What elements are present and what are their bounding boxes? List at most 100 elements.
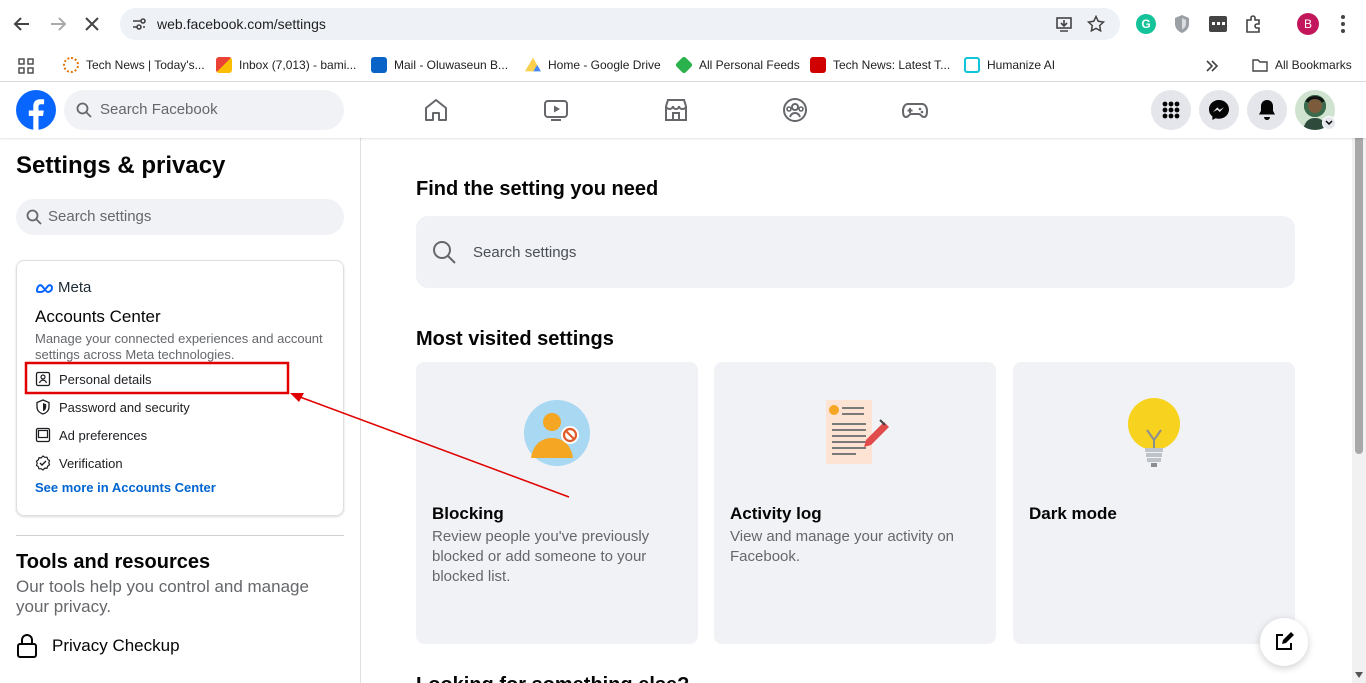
main-settings-search-input[interactable]: Search settings: [416, 216, 1295, 288]
bookmarks-bar: Tech News | Today's... Inbox (7,013) - b…: [0, 48, 1366, 82]
marketplace-icon[interactable]: [662, 96, 690, 124]
meta-logo: Meta: [35, 279, 91, 296]
blocking-illustration-icon: [524, 400, 590, 466]
back-icon[interactable]: [10, 12, 34, 36]
activity-log-card[interactable]: Activity log View and manage your activi…: [714, 362, 996, 644]
apps-grid-icon[interactable]: [18, 58, 34, 74]
bookmark-label: Home - Google Drive: [548, 58, 661, 72]
google-drive-icon: [525, 57, 541, 72]
privacy-checkup-label: Privacy Checkup: [52, 636, 180, 655]
menu-grid-button[interactable]: [1151, 90, 1191, 130]
scroll-down-icon[interactable]: [1355, 672, 1363, 678]
facebook-header: Search Facebook: [0, 82, 1366, 138]
extension-toolbar-icon[interactable]: [1208, 15, 1228, 33]
groups-icon[interactable]: [781, 96, 809, 124]
meta-infinity-icon: [35, 283, 54, 293]
bell-icon: [1259, 100, 1275, 120]
section-divider: [16, 535, 344, 536]
scrollbar-thumb[interactable]: [1355, 98, 1363, 454]
bookmark-star-icon[interactable]: [1087, 15, 1105, 33]
site-info-icon[interactable]: [132, 17, 146, 31]
password-security-item[interactable]: Password and security: [35, 397, 190, 417]
notifications-button[interactable]: [1247, 90, 1287, 130]
bookmark-item[interactable]: All Personal Feeds: [674, 54, 800, 76]
bookmark-label: Humanize AI: [987, 58, 1056, 72]
shield-icon: [36, 399, 50, 415]
meta-label: Meta: [58, 279, 92, 296]
settings-main-content: Find the setting you need Search setting…: [362, 138, 1352, 683]
video-icon[interactable]: [542, 96, 570, 124]
blocking-description: Review people you've previously blocked …: [432, 528, 650, 585]
personal-details-item[interactable]: Personal details: [35, 369, 152, 389]
new-message-button[interactable]: [1260, 618, 1308, 666]
messenger-button[interactable]: [1199, 90, 1239, 130]
toi-icon: [810, 57, 826, 73]
account-dropdown-chevron-icon[interactable]: [1322, 116, 1336, 130]
blocking-card[interactable]: Blocking Review people you've previously…: [416, 362, 698, 644]
settings-search-input[interactable]: Search settings: [16, 199, 344, 235]
personal-details-label: Personal details: [59, 371, 152, 387]
page-scrollbar[interactable]: [1352, 82, 1366, 683]
browser-toolbar: web.facebook.com/settings G B: [0, 0, 1366, 48]
grammarly-extension-icon[interactable]: G: [1136, 14, 1156, 34]
bookmark-item[interactable]: Home - Google Drive: [525, 54, 661, 76]
bookmark-item[interactable]: Humanize AI: [964, 54, 1055, 76]
see-more-accounts-center-link[interactable]: See more in Accounts Center: [35, 480, 216, 495]
stop-loading-icon[interactable]: [80, 12, 104, 36]
compose-icon: [1276, 632, 1294, 650]
bookmark-item[interactable]: Tech News | Today's...: [63, 54, 205, 76]
outlook-icon: [371, 57, 387, 73]
extensions-puzzle-icon[interactable]: [1244, 14, 1264, 34]
tools-resources-description: Our tools help you control and manage yo…: [16, 577, 309, 616]
monitor-icon: [35, 427, 51, 443]
bookmark-label: Tech News: Latest T...: [833, 58, 951, 72]
settings-sidebar: Settings & privacy Search settings Meta …: [0, 138, 361, 683]
bookmark-label: Inbox (7,013) - bami...: [239, 58, 357, 72]
verification-label: Verification: [59, 455, 123, 471]
bookmark-item[interactable]: Mail - Oluwaseun B...: [371, 54, 508, 76]
lightbulb-icon: [1128, 398, 1180, 467]
accounts-center-card: Meta Accounts Center Manage your connect…: [16, 260, 344, 516]
kebab-menu-icon[interactable]: [1340, 14, 1346, 34]
id-card-icon: [35, 371, 51, 387]
folder-icon: [1252, 59, 1268, 72]
bookmark-label: Tech News | Today's...: [86, 58, 205, 72]
facebook-search-input[interactable]: Search Facebook: [64, 90, 344, 130]
find-setting-title: Find the setting you need: [416, 178, 659, 200]
dark-mode-card[interactable]: Dark mode: [1013, 362, 1295, 644]
search-icon: [433, 241, 456, 264]
verification-item[interactable]: Verification: [35, 453, 123, 473]
install-app-icon[interactable]: [1055, 15, 1073, 33]
badge-check-icon: [35, 455, 51, 471]
all-bookmarks-button[interactable]: All Bookmarks: [1252, 54, 1352, 76]
activity-log-title: Activity log: [730, 504, 822, 523]
privacy-checkup-item[interactable]: Privacy Checkup: [16, 631, 180, 661]
home-icon[interactable]: [422, 96, 450, 124]
search-icon: [26, 209, 42, 225]
bookmark-label: Mail - Oluwaseun B...: [394, 58, 509, 72]
bookmark-favicon-icon: [63, 57, 79, 73]
settings-title: Settings & privacy: [16, 152, 226, 179]
bookmark-item[interactable]: Inbox (7,013) - bami...: [216, 54, 356, 76]
ad-preferences-label: Ad preferences: [59, 427, 148, 443]
all-bookmarks-label: All Bookmarks: [1275, 58, 1352, 72]
humanize-ai-icon: [964, 57, 980, 73]
profile-avatar[interactable]: B: [1297, 13, 1319, 35]
facebook-logo-icon[interactable]: [16, 90, 56, 130]
address-bar[interactable]: web.facebook.com/settings: [120, 8, 1120, 40]
activity-log-illustration-icon: [826, 400, 889, 464]
lock-icon: [17, 634, 37, 658]
bookmark-label: All Personal Feeds: [699, 58, 800, 72]
menu-grid-icon: [1162, 101, 1180, 119]
shield-extension-icon[interactable]: [1173, 14, 1191, 34]
more-bookmarks-chevron-icon[interactable]: [1205, 60, 1219, 72]
activity-log-description: View and manage your activity on Faceboo…: [730, 528, 955, 565]
password-security-label: Password and security: [59, 399, 190, 415]
gaming-icon[interactable]: [901, 96, 929, 124]
main-search-placeholder: Search settings: [473, 244, 577, 261]
bookmark-item[interactable]: Tech News: Latest T...: [810, 54, 950, 76]
tools-resources-title: Tools and resources: [16, 551, 211, 573]
ad-preferences-item[interactable]: Ad preferences: [35, 425, 147, 445]
forward-icon[interactable]: [46, 12, 70, 36]
settings-search-placeholder: Search settings: [48, 208, 152, 225]
